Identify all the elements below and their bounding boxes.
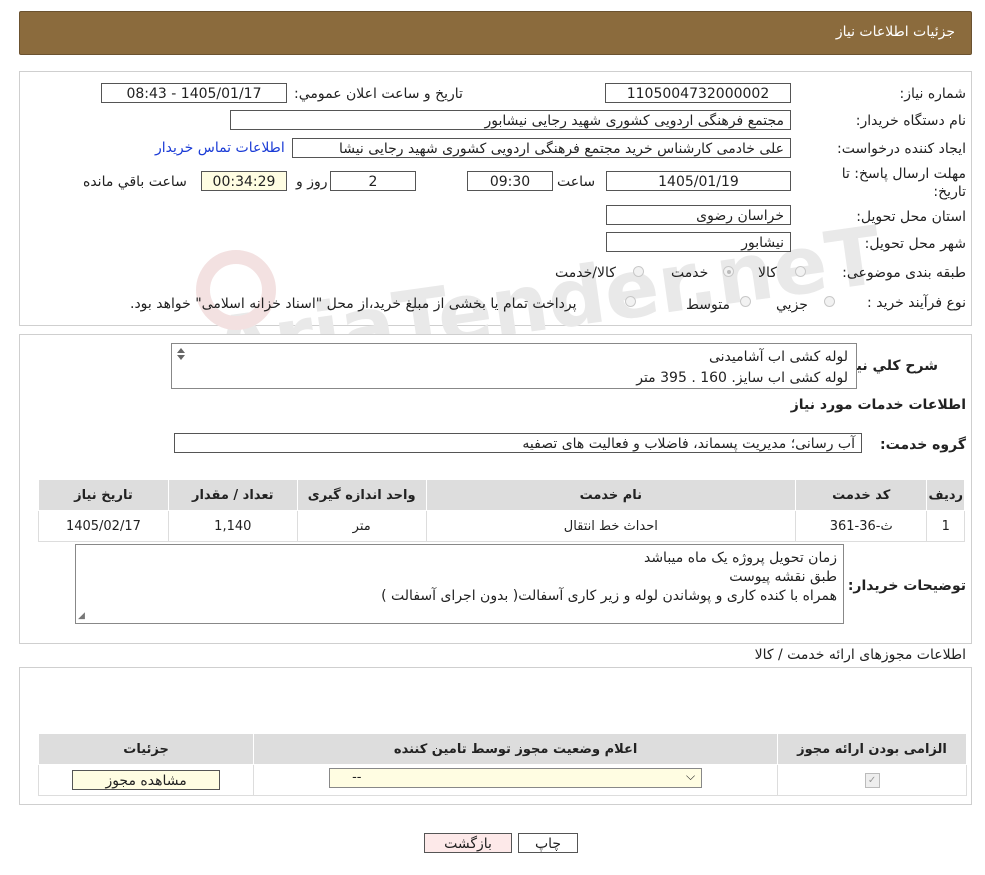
need-number-label: شماره نیاز: bbox=[899, 86, 967, 102]
services-table: رديف كد خدمت نام خدمت واحد اندازه گيری ت… bbox=[38, 479, 965, 542]
category-option-service: خدمت bbox=[671, 265, 709, 281]
permits-table-header: الزامی بودن ارائه مجوز اعلام وضعيت مجوز … bbox=[37, 733, 967, 765]
column-header: تاريخ نياز bbox=[38, 479, 169, 511]
city-label: شهر محل تحويل: bbox=[864, 236, 966, 252]
creator-field: علی خادمی کارشناس خرید مجتمع فرهنگی اردو… bbox=[292, 138, 791, 158]
category-label: طبقه بندی موضوعی: bbox=[842, 265, 966, 281]
days-label: روز و bbox=[296, 174, 328, 190]
service-group-label: گروه خدمت: bbox=[880, 437, 966, 453]
process-option-minor: جزيي bbox=[776, 297, 808, 313]
buyer-contact-link[interactable]: اطلاعات تماس خريدار bbox=[155, 140, 285, 156]
deadline-label: مهلت ارسال پاسخ: تا تاريخ: bbox=[841, 166, 966, 200]
table-row: 1 ث-36-361 احداث خط انتقال متر 1,140 140… bbox=[38, 510, 965, 542]
treasury-checkbox[interactable] bbox=[625, 296, 636, 307]
page-title: جزئیات اطلاعات نیاز bbox=[835, 24, 955, 40]
service-date: 1405/02/17 bbox=[38, 510, 169, 542]
announce-label: تاریخ و ساعت اعلان عمومي: bbox=[294, 86, 463, 102]
buyer-org-label: نام دستگاه خريدار: bbox=[855, 113, 966, 129]
days-field: 2 bbox=[330, 171, 416, 191]
resize-grip-icon[interactable]: ◢ bbox=[78, 611, 85, 621]
summary-line: لوله کشی اب سایز. 160 . 395 متر bbox=[636, 370, 848, 386]
buyer-org-field: مجتمع فرهنگی اردویی کشوری شهید رجایی نیش… bbox=[230, 110, 791, 130]
column-header: رديف bbox=[926, 479, 965, 511]
watermark-logo-icon bbox=[196, 250, 276, 330]
city-field: نیشابور bbox=[606, 232, 791, 252]
process-radio-medium[interactable] bbox=[740, 296, 751, 307]
category-radio-goods-service[interactable] bbox=[633, 266, 644, 277]
service-qty: 1,140 bbox=[167, 510, 298, 542]
print-button[interactable]: چاپ bbox=[518, 833, 578, 853]
services-table-header: رديف كد خدمت نام خدمت واحد اندازه گيری ت… bbox=[38, 479, 965, 511]
page-header: جزئیات اطلاعات نیاز bbox=[19, 11, 972, 55]
announce-field: 1405/01/17 - 08:43 bbox=[101, 83, 287, 103]
services-section-title: اطلاعات خدمات مورد نياز bbox=[790, 397, 966, 413]
summary-textarea[interactable]: لوله کشی اب آشامیدنی لوله کشی اب سایز. 1… bbox=[171, 343, 857, 389]
province-label: استان محل تحويل: bbox=[856, 209, 966, 225]
process-radio-minor[interactable] bbox=[824, 296, 835, 307]
service-group-field: آب رسانی؛ مدیریت پسماند، فاضلاب و فعالیت… bbox=[174, 433, 862, 453]
remaining-time-field: 00:34:29 bbox=[201, 171, 287, 191]
category-radio-service[interactable] bbox=[723, 266, 734, 277]
column-header: الزامی بودن ارائه مجوز bbox=[777, 733, 967, 765]
service-code: ث-36-361 bbox=[794, 510, 928, 542]
column-header: نام خدمت bbox=[425, 479, 797, 511]
process-note: پرداخت تمام یا بخشی از مبلغ خرید،از محل … bbox=[130, 296, 577, 312]
service-unit: متر bbox=[296, 510, 427, 542]
table-row: ✓ -- ⌵ مشاهده مجوز bbox=[37, 764, 967, 796]
buyer-note-line: طبق نقشه پیوست bbox=[729, 569, 837, 585]
summary-line: لوله کشی اب آشامیدنی bbox=[708, 349, 848, 365]
scroll-arrows-icon[interactable] bbox=[174, 346, 188, 384]
category-radio-goods[interactable] bbox=[795, 266, 806, 277]
select-value: -- bbox=[352, 770, 362, 785]
buyer-note-line: زمان تحویل پروژه یک ماه میباشد bbox=[643, 550, 837, 566]
remaining-label: ساعت باقي مانده bbox=[83, 174, 187, 190]
creator-label: ايجاد كننده درخواست: bbox=[837, 141, 966, 157]
process-label: نوع فرآيند خريد : bbox=[867, 295, 966, 311]
buyer-notes-textarea[interactable]: زمان تحویل پروژه یک ماه میباشد طبق نقشه … bbox=[75, 544, 844, 624]
buyer-notes-label: توضيحات خريدار: bbox=[847, 578, 966, 594]
column-header: جزئيات bbox=[37, 733, 255, 765]
view-permit-button[interactable]: مشاهده مجوز bbox=[72, 770, 221, 790]
time-label: ساعت bbox=[557, 174, 596, 190]
back-button[interactable]: بازگشت bbox=[424, 833, 512, 853]
process-option-medium: متوسط bbox=[686, 297, 730, 313]
row-index: 1 bbox=[926, 510, 965, 542]
column-header: تعداد / مقدار bbox=[167, 479, 298, 511]
category-option-goods-service: كالا/خدمت bbox=[555, 265, 616, 281]
column-header: اعلام وضعيت مجوز توسط تامين كننده bbox=[253, 733, 779, 765]
permit-status-select[interactable]: -- ⌵ bbox=[329, 768, 703, 788]
column-header: واحد اندازه گيری bbox=[296, 479, 427, 511]
required-checkbox[interactable]: ✓ bbox=[864, 773, 880, 788]
chevron-down-icon: ⌵ bbox=[686, 769, 696, 783]
category-option-goods: كالا bbox=[758, 265, 777, 281]
province-field: خراسان رضوی bbox=[606, 205, 791, 225]
permits-table: الزامی بودن ارائه مجوز اعلام وضعيت مجوز … bbox=[37, 733, 967, 796]
column-header: كد خدمت bbox=[794, 479, 928, 511]
need-number-field: 1105004732000002 bbox=[605, 83, 791, 103]
service-name: احداث خط انتقال bbox=[425, 510, 797, 542]
deadline-time-field: 09:30 bbox=[467, 171, 553, 191]
buyer-note-line: همراه با کنده کاری و پوشاندن لوله و زیر … bbox=[381, 588, 837, 604]
deadline-date-field: 1405/01/19 bbox=[606, 171, 791, 191]
permits-title: اطلاعات مجوزهای ارائه خدمت / كالا bbox=[754, 647, 966, 663]
